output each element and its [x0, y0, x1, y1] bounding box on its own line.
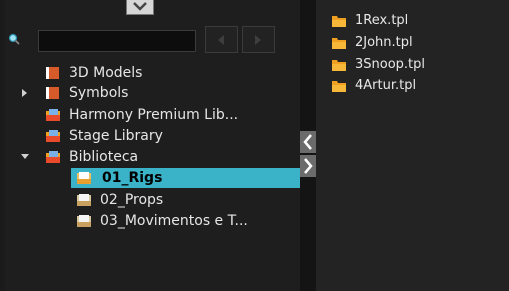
tree-item-label: Symbols — [69, 85, 129, 101]
triangle-right-icon — [255, 35, 261, 45]
tree-item-label: 02_Props — [100, 192, 164, 208]
expand-arrow-icon[interactable] — [19, 83, 31, 103]
triangle-left-icon — [218, 35, 224, 45]
search-icon — [8, 33, 20, 45]
tree-item-biblioteca[interactable]: Biblioteca — [21, 147, 285, 167]
tree-item-label: Harmony Premium Lib... — [69, 107, 239, 123]
template-file-item[interactable]: 2John.tpl — [331, 33, 491, 53]
template-folder-icon — [332, 16, 346, 27]
collapse-arrow-icon[interactable] — [19, 147, 31, 167]
template-file-name: 3Snoop.tpl — [355, 57, 426, 72]
template-file-item[interactable]: 4Artur.tpl — [331, 76, 491, 96]
tree-item-02-props[interactable]: 02_Props — [76, 190, 291, 210]
library-folder-icon — [46, 109, 60, 121]
template-file-name: 2John.tpl — [355, 35, 413, 50]
chevron-down-icon — [133, 2, 147, 11]
tree-item-stage-library[interactable]: Stage Library — [45, 126, 285, 146]
library-folder-icon — [77, 172, 91, 184]
search-input[interactable] — [38, 30, 196, 52]
tree-item-03-movimentos[interactable]: 03_Movimentos e T... — [76, 211, 295, 231]
chevron-left-icon — [303, 134, 312, 150]
library-icon — [46, 87, 59, 99]
template-folder-icon — [332, 60, 346, 71]
collapse-right-button[interactable] — [300, 155, 316, 177]
collapse-toggle-button[interactable] — [126, 0, 154, 15]
tree-item-01-rigs[interactable]: 01_Rigs — [71, 168, 300, 188]
chevron-right-icon — [304, 158, 313, 174]
template-folder-icon — [332, 38, 346, 49]
tree-item-label: 3D Models — [69, 65, 143, 81]
template-folder-icon — [332, 81, 346, 92]
library-folder-icon — [46, 151, 60, 163]
library-icon — [46, 67, 59, 79]
tree-item-label: 03_Movimentos e T... — [100, 213, 248, 229]
collapse-left-button[interactable] — [300, 131, 316, 153]
tree-item-harmony-premium-library[interactable]: Harmony Premium Lib... — [45, 105, 295, 125]
library-folder-icon — [77, 215, 91, 227]
tree-item-label: Stage Library — [69, 128, 163, 144]
template-file-name: 1Rex.tpl — [355, 13, 409, 28]
tree-item-label: 01_Rigs — [102, 170, 163, 186]
next-button[interactable] — [242, 26, 275, 53]
template-file-item[interactable]: 3Snoop.tpl — [331, 55, 491, 75]
template-file-item[interactable]: 1Rex.tpl — [331, 11, 491, 31]
panel-collapse-arrows — [300, 131, 316, 177]
library-folder-icon — [77, 194, 91, 206]
library-folder-icon — [46, 130, 60, 142]
previous-button[interactable] — [205, 26, 238, 53]
tree-item-3d-models[interactable]: 3D Models — [45, 63, 285, 83]
tree-item-symbols[interactable]: Symbols — [22, 83, 285, 103]
template-file-name: 4Artur.tpl — [355, 78, 417, 93]
tree-item-label: Biblioteca — [69, 149, 139, 165]
